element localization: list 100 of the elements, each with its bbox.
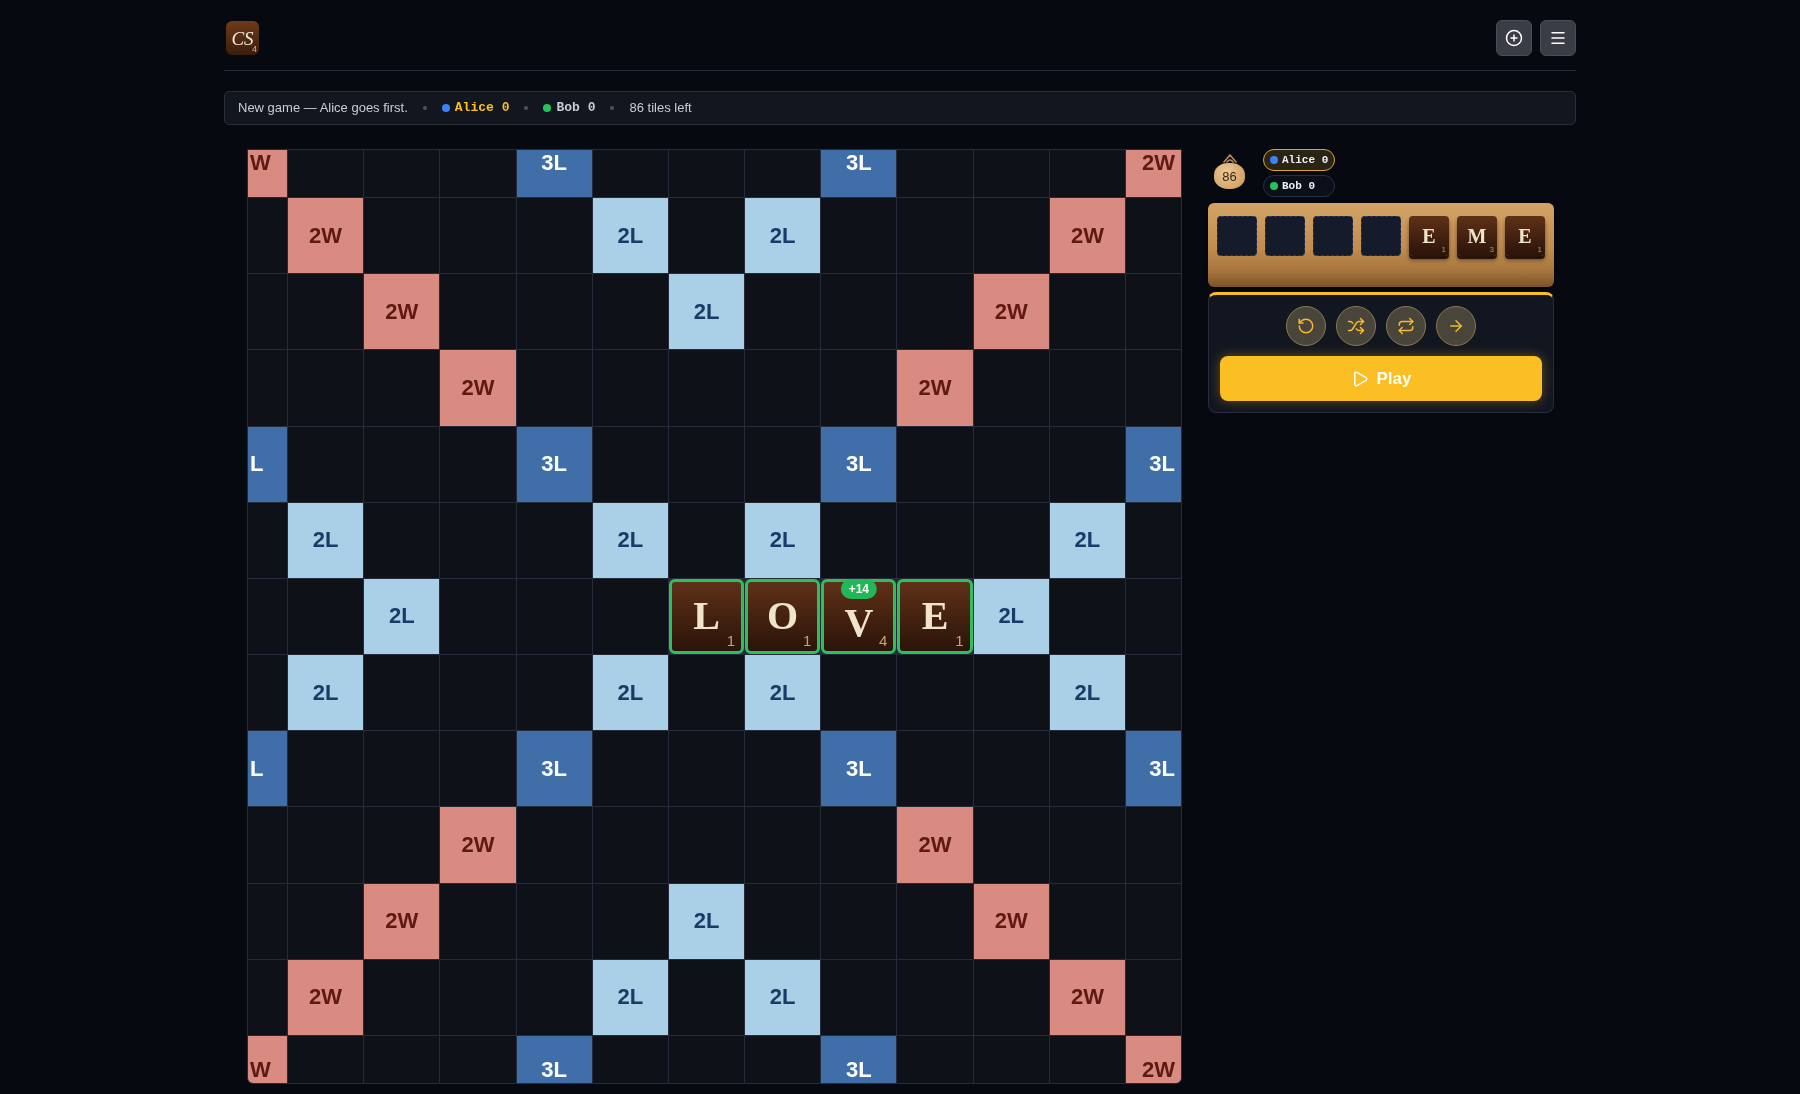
board-square[interactable] bbox=[897, 883, 973, 959]
triple-letter-square[interactable]: 3L bbox=[821, 150, 897, 197]
board-square[interactable] bbox=[248, 959, 287, 1035]
double-letter-square[interactable]: 2L bbox=[288, 655, 364, 731]
board-square[interactable] bbox=[592, 578, 668, 655]
board-square[interactable] bbox=[1126, 274, 1181, 350]
board-square[interactable] bbox=[440, 578, 516, 655]
board-square[interactable] bbox=[973, 150, 1049, 197]
board-square[interactable] bbox=[1049, 1036, 1125, 1083]
board-square[interactable] bbox=[1049, 807, 1125, 883]
double-word-square[interactable]: W bbox=[248, 1036, 287, 1083]
board-square[interactable] bbox=[516, 959, 592, 1035]
board-square[interactable] bbox=[668, 426, 745, 502]
board-square[interactable] bbox=[288, 578, 364, 655]
board-square[interactable] bbox=[364, 426, 440, 502]
board-square[interactable] bbox=[592, 426, 668, 502]
board-square[interactable] bbox=[516, 198, 592, 274]
board-square[interactable] bbox=[897, 1036, 973, 1083]
board-square[interactable] bbox=[973, 350, 1049, 426]
board-square[interactable] bbox=[1049, 150, 1125, 197]
board-square[interactable] bbox=[897, 198, 973, 274]
empty-rack-slot[interactable] bbox=[1265, 216, 1305, 256]
board-square[interactable] bbox=[440, 426, 516, 502]
board-square[interactable] bbox=[440, 959, 516, 1035]
board-square[interactable] bbox=[516, 578, 592, 655]
double-word-square[interactable]: 2W bbox=[1126, 150, 1181, 197]
board-square[interactable] bbox=[516, 883, 592, 959]
board-square[interactable] bbox=[668, 502, 745, 578]
board-square[interactable] bbox=[364, 731, 440, 807]
double-word-square[interactable]: 2W bbox=[1049, 959, 1125, 1035]
double-letter-square[interactable]: 2L bbox=[668, 883, 745, 959]
double-word-square[interactable]: 2W bbox=[897, 807, 973, 883]
board-square[interactable] bbox=[1049, 350, 1125, 426]
new-game-button[interactable] bbox=[1496, 20, 1532, 56]
board-square[interactable] bbox=[745, 883, 821, 959]
triple-letter-square[interactable]: L bbox=[248, 426, 287, 502]
double-letter-square[interactable]: 2L bbox=[745, 655, 821, 731]
board-square[interactable] bbox=[248, 883, 287, 959]
board-square[interactable] bbox=[973, 1036, 1049, 1083]
board-square[interactable] bbox=[248, 655, 287, 731]
board-square[interactable] bbox=[1126, 655, 1181, 731]
pass-button[interactable] bbox=[1436, 306, 1476, 346]
board-square[interactable] bbox=[897, 655, 973, 731]
board-square[interactable] bbox=[288, 426, 364, 502]
board-square[interactable] bbox=[973, 502, 1049, 578]
board-square[interactable] bbox=[516, 350, 592, 426]
board-square[interactable] bbox=[897, 150, 973, 197]
board-square[interactable] bbox=[248, 350, 287, 426]
double-letter-square[interactable]: 2L bbox=[592, 198, 668, 274]
board-square[interactable] bbox=[1049, 731, 1125, 807]
board-square[interactable] bbox=[1126, 883, 1181, 959]
board-square[interactable] bbox=[821, 502, 897, 578]
board-square[interactable] bbox=[821, 350, 897, 426]
board-square[interactable] bbox=[897, 959, 973, 1035]
board-square[interactable] bbox=[364, 655, 440, 731]
board-square[interactable] bbox=[821, 655, 897, 731]
board-square[interactable] bbox=[440, 502, 516, 578]
board-square[interactable] bbox=[973, 198, 1049, 274]
board-square[interactable] bbox=[440, 655, 516, 731]
board-square[interactable] bbox=[1126, 502, 1181, 578]
double-letter-square[interactable]: 2L bbox=[973, 578, 1049, 655]
board-square[interactable] bbox=[516, 274, 592, 350]
board-square[interactable] bbox=[745, 274, 821, 350]
board-square[interactable] bbox=[516, 655, 592, 731]
board-square[interactable] bbox=[592, 883, 668, 959]
double-word-square[interactable]: 2W bbox=[364, 883, 440, 959]
triple-letter-square[interactable]: 3L bbox=[821, 1036, 897, 1083]
board-square[interactable] bbox=[1049, 274, 1125, 350]
board-square[interactable] bbox=[668, 807, 745, 883]
board-square[interactable] bbox=[1049, 426, 1125, 502]
board-square[interactable] bbox=[592, 274, 668, 350]
double-word-square[interactable]: 2W bbox=[364, 274, 440, 350]
swap-button[interactable] bbox=[1386, 306, 1426, 346]
double-word-square[interactable]: 2W bbox=[1049, 198, 1125, 274]
board-square[interactable] bbox=[440, 1036, 516, 1083]
triple-letter-square[interactable]: L bbox=[248, 731, 287, 807]
triple-letter-square[interactable]: 3L bbox=[821, 426, 897, 502]
board-square[interactable] bbox=[592, 350, 668, 426]
board-square[interactable] bbox=[745, 350, 821, 426]
board-square[interactable] bbox=[745, 731, 821, 807]
board-square[interactable] bbox=[668, 655, 745, 731]
rack-tile[interactable]: M 3 bbox=[1457, 216, 1497, 256]
board-square[interactable] bbox=[973, 426, 1049, 502]
board-square[interactable] bbox=[592, 1036, 668, 1083]
board-square[interactable] bbox=[364, 1036, 440, 1083]
double-word-square[interactable]: 2W bbox=[440, 807, 516, 883]
shuffle-button[interactable] bbox=[1336, 306, 1376, 346]
board-square[interactable] bbox=[1126, 959, 1181, 1035]
board-square[interactable] bbox=[973, 655, 1049, 731]
board-square[interactable] bbox=[248, 578, 287, 655]
board-square[interactable] bbox=[592, 807, 668, 883]
rack-tile[interactable]: E 1 bbox=[1409, 216, 1449, 256]
double-letter-square[interactable]: 2L bbox=[592, 502, 668, 578]
board-square[interactable] bbox=[973, 959, 1049, 1035]
double-letter-square[interactable]: 2L bbox=[745, 502, 821, 578]
board-square[interactable] bbox=[440, 198, 516, 274]
board-square[interactable] bbox=[592, 731, 668, 807]
board-square[interactable] bbox=[973, 807, 1049, 883]
double-word-square[interactable]: 2W bbox=[288, 959, 364, 1035]
triple-letter-square[interactable]: 3L bbox=[516, 731, 592, 807]
